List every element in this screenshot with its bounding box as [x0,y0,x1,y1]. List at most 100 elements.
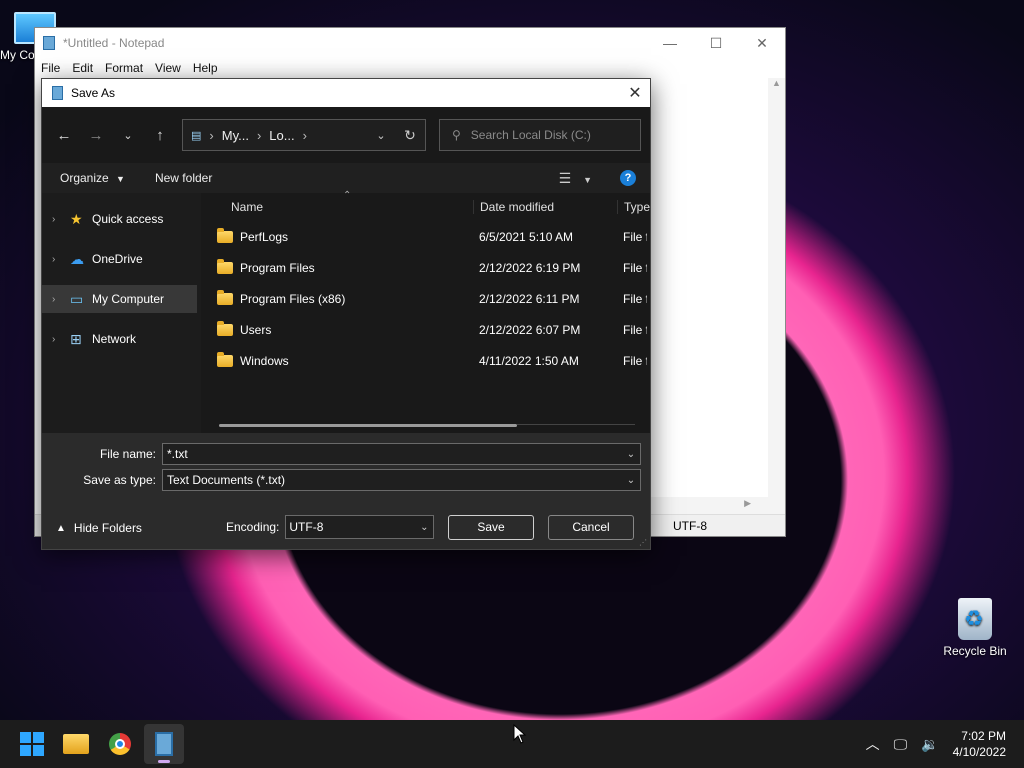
expand-chevron-icon[interactable]: › [52,214,70,225]
start-button[interactable] [12,724,52,764]
file-name: Program Files (x86) [239,291,346,306]
file-date: 2/12/2022 6:11 PM [478,291,580,306]
desktop-icon-label: Recycle Bin [943,644,1007,658]
scroll-up-icon[interactable]: ▲ [768,78,785,88]
resize-grip-icon[interactable]: ⋰ [639,538,647,547]
menu-help[interactable]: Help [193,61,218,75]
folder-icon [216,227,233,243]
file-type: File folder [622,353,647,368]
forward-arrow-icon[interactable]: → [80,127,112,144]
breadcrumb-local-disk[interactable]: Lo... [269,128,294,143]
volume-icon[interactable]: 🔉 [921,736,938,753]
breadcrumb-separator[interactable]: › [303,128,307,143]
change-view-button[interactable]: ☰ ▼ [559,170,592,187]
new-folder-button[interactable]: New folder [155,171,212,185]
address-bar[interactable]: ▤ › My... › Lo... › ⌄ ↻ [182,119,426,151]
column-headers: ⌃ Name Date modified Type [200,190,650,221]
menu-format[interactable]: Format [105,61,143,75]
notepad-menubar: File Edit Format View Help [35,58,785,78]
command-bar: Organize ▼ New folder ☰ ▼ ? [42,163,650,193]
save-as-dialog: Save As ✕ ← → ⌄ ↑ ▤ › My... › Lo... › ⌄ … [41,78,651,550]
chevron-down-icon[interactable]: ⌄ [415,522,433,533]
column-header-name[interactable]: ⌃ Name [201,190,473,214]
save-type-select[interactable]: Text Documents (*.txt) ⌄ [162,469,641,491]
expand-chevron-icon[interactable]: › [52,294,70,305]
close-icon[interactable]: ✕ [620,83,650,103]
network-icon: ⊞ [70,330,82,347]
file-row[interactable]: Windows 4/11/2022 1:50 AM File folder [201,345,650,376]
maximize-icon[interactable]: ☐ [693,35,739,52]
recent-locations-chevron-icon[interactable]: ⌄ [112,129,144,142]
notepad-vertical-scrollbar[interactable]: ▲ ▼ [768,78,785,528]
cancel-button[interactable]: Cancel [548,515,634,540]
menu-edit[interactable]: Edit [72,61,93,75]
file-name: Program Files [239,260,315,275]
close-icon[interactable]: ✕ [739,35,785,52]
nav-item-label: My Computer [92,292,165,306]
nav-item-network[interactable]: › ⊞ Network [42,325,197,353]
file-date: 2/12/2022 6:07 PM [478,322,581,337]
address-dropdown-icon[interactable]: ⌄ [367,129,395,142]
show-hidden-icons-chevron-icon[interactable]: ︿ [866,734,880,754]
back-arrow-icon[interactable]: ← [48,127,80,144]
file-name-combobox[interactable]: ⌄ [162,443,641,465]
clock-time: 7:02 PM [961,729,1006,743]
save-button[interactable]: Save [448,515,534,540]
menu-file[interactable]: File [41,61,60,75]
expand-chevron-icon[interactable]: › [52,334,70,345]
folder-icon [216,320,233,336]
taskbar-file-explorer[interactable] [56,724,96,764]
search-input[interactable] [470,128,631,142]
file-row[interactable]: PerfLogs 6/5/2021 5:10 AM File folder [201,221,650,252]
breadcrumb-my-computer[interactable]: My... [222,128,249,143]
nav-item-my-computer[interactable]: › ▭ My Computer [42,285,197,313]
up-arrow-icon[interactable]: ↑ [144,127,176,144]
breadcrumb-separator[interactable]: › [257,128,261,143]
file-name-input[interactable] [167,447,622,461]
organize-button[interactable]: Organize ▼ [60,171,125,185]
notepad-titlebar[interactable]: *Untitled - Notepad — ☐ ✕ [35,28,785,58]
clock-date: 4/10/2022 [952,745,1006,759]
notepad-app-icon [43,36,55,50]
chevron-down-icon[interactable]: ⌄ [622,475,640,486]
column-header-type[interactable]: Type [616,199,650,214]
column-header-date-modified[interactable]: Date modified [472,199,617,214]
chevron-down-icon[interactable]: ⌄ [622,449,640,460]
chevron-up-icon: ▲ [56,522,66,534]
dialog-title: Save As [71,86,116,100]
desktop-icon-recycle-bin[interactable]: Recycle Bin [940,598,1010,658]
clock[interactable]: 7:02 PM 4/10/2022 [953,728,1006,760]
computer-icon: ▭ [70,290,84,307]
taskbar-notepad[interactable] [144,724,184,764]
notepad-horizontal-scrollbar[interactable]: ▶ [651,497,769,514]
file-name: Windows [239,353,289,368]
refresh-icon[interactable]: ↻ [395,127,425,144]
nav-item-onedrive[interactable]: › ☁ OneDrive [42,245,197,273]
horizontal-scrollbar-thumb[interactable] [218,424,517,427]
file-row[interactable]: Program Files 2/12/2022 6:19 PM File fol… [201,252,650,283]
taskbar-chrome[interactable] [100,724,140,764]
help-icon[interactable]: ? [620,170,636,186]
horizontal-scrollbar-track[interactable] [516,424,635,425]
network-icon[interactable]: 🖵 [894,736,908,753]
folder-icon [216,289,233,305]
encoding-select[interactable]: UTF-8 ⌄ [285,515,435,539]
menu-view[interactable]: View [155,61,181,75]
chevron-down-icon: ▼ [583,174,592,185]
hide-folders-button[interactable]: ▲ Hide Folders [56,521,142,535]
recycle-bin-icon [958,598,992,640]
search-box[interactable]: ⚲ [439,119,641,151]
column-header-label: Name [230,199,263,214]
hide-folders-label: Hide Folders [73,521,142,535]
nav-item-label: OneDrive [92,252,143,266]
expand-chevron-icon[interactable]: › [52,254,70,265]
scroll-right-icon[interactable]: ▶ [744,498,751,509]
minimize-icon[interactable]: — [647,35,693,52]
file-row[interactable]: Users 2/12/2022 6:07 PM File folder [201,314,650,345]
dialog-titlebar[interactable]: Save As ✕ [42,79,650,107]
folder-icon [216,351,233,367]
chevron-down-icon: ▼ [116,174,125,184]
file-row[interactable]: Program Files (x86) 2/12/2022 6:11 PM Fi… [201,283,650,314]
nav-item-quick-access[interactable]: › ★ Quick access [42,205,197,233]
star-icon: ★ [70,210,83,227]
